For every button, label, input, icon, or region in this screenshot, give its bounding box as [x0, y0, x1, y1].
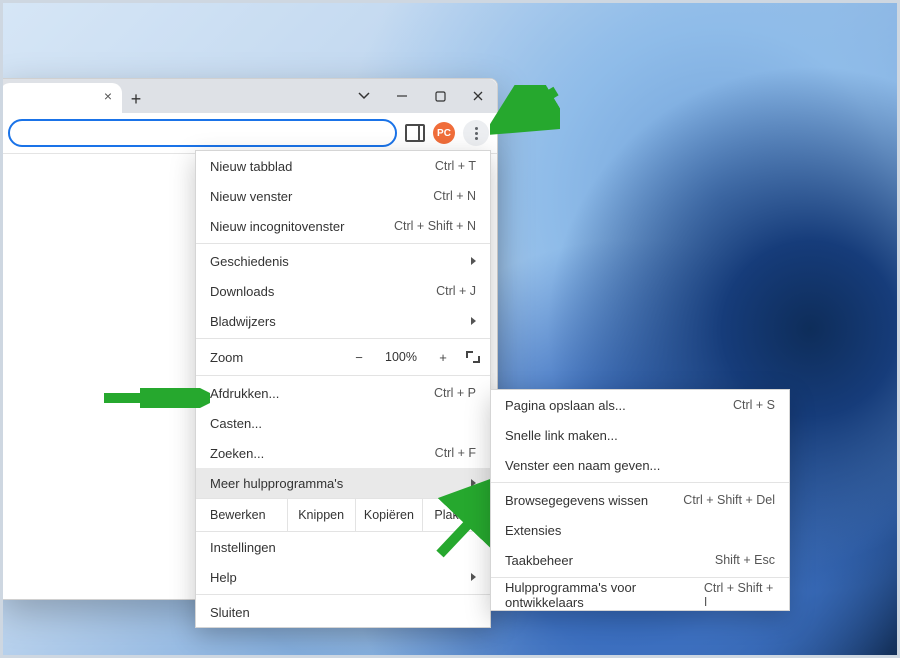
submenu-save-page[interactable]: Pagina opslaan als... Ctrl + S: [491, 390, 789, 420]
label: Pagina opslaan als...: [505, 398, 626, 413]
menu-new-incognito[interactable]: Nieuw incognitovenster Ctrl + Shift + N: [196, 211, 490, 241]
chrome-main-menu: Nieuw tabblad Ctrl + T Nieuw venster Ctr…: [195, 150, 491, 628]
shortcut: Ctrl + F: [435, 446, 476, 460]
submenu-extensions[interactable]: Extensies: [491, 515, 789, 545]
shortcut: Ctrl + N: [433, 189, 476, 203]
submenu-devtools[interactable]: Hulpprogramma's voor ontwikkelaars Ctrl …: [491, 580, 789, 610]
browser-tab[interactable]: ×: [0, 83, 122, 113]
label: Taakbeheer: [505, 553, 573, 568]
kebab-icon: [475, 127, 478, 140]
tab-search-button[interactable]: [345, 79, 383, 113]
menu-print[interactable]: Afdrukken... Ctrl + P: [196, 378, 490, 408]
menu-settings[interactable]: Instellingen: [196, 532, 490, 562]
label: Nieuw incognitovenster: [210, 219, 344, 234]
label: Venster een naam geven...: [505, 458, 660, 473]
separator: [196, 338, 490, 339]
submenu-task-manager[interactable]: Taakbeheer Shift + Esc: [491, 545, 789, 575]
shortcut: Ctrl + Shift + I: [704, 581, 775, 609]
label: Zoeken...: [210, 446, 264, 461]
label: Bladwijzers: [210, 314, 276, 329]
menu-cast[interactable]: Casten...: [196, 408, 490, 438]
maximize-button[interactable]: [421, 79, 459, 113]
label: Nieuw venster: [210, 189, 292, 204]
edit-copy-button[interactable]: Kopiëren: [356, 499, 424, 531]
separator: [491, 482, 789, 483]
menu-history[interactable]: Geschiedenis: [196, 246, 490, 276]
zoom-minus-button[interactable]: −: [342, 350, 376, 365]
close-window-button[interactable]: [459, 79, 497, 113]
shortcut: Ctrl + Shift + N: [394, 219, 476, 233]
submenu-create-shortcut[interactable]: Snelle link maken...: [491, 420, 789, 450]
zoom-percent: 100%: [376, 350, 426, 364]
separator: [491, 577, 789, 578]
label: Instellingen: [210, 540, 276, 555]
label: Bewerken: [196, 499, 288, 531]
label: Geschiedenis: [210, 254, 289, 269]
label: Zoom: [210, 350, 342, 365]
zoom-plus-button[interactable]: +: [426, 350, 460, 365]
main-menu-button[interactable]: [463, 120, 489, 146]
label: Snelle link maken...: [505, 428, 618, 443]
label: Sluiten: [210, 605, 250, 620]
label: Meer hulpprogramma's: [210, 476, 343, 491]
omnibox[interactable]: [8, 119, 397, 147]
menu-zoom: Zoom − 100% +: [196, 341, 490, 373]
shortcut: Ctrl + J: [436, 284, 476, 298]
menu-downloads[interactable]: Downloads Ctrl + J: [196, 276, 490, 306]
menu-help[interactable]: Help: [196, 562, 490, 592]
separator: [196, 375, 490, 376]
menu-find[interactable]: Zoeken... Ctrl + F: [196, 438, 490, 468]
toolbar: PC: [0, 113, 497, 154]
menu-new-window[interactable]: Nieuw venster Ctrl + N: [196, 181, 490, 211]
new-tab-button[interactable]: +: [122, 85, 150, 113]
tab-strip: × +: [0, 79, 497, 113]
label: Nieuw tabblad: [210, 159, 292, 174]
shortcut: Shift + Esc: [715, 553, 775, 567]
menu-more-tools[interactable]: Meer hulpprogramma's: [196, 468, 490, 498]
label: Help: [210, 570, 237, 585]
submenu-name-window[interactable]: Venster een naam geven...: [491, 450, 789, 480]
shortcut: Ctrl + P: [434, 386, 476, 400]
separator: [196, 594, 490, 595]
window-controls: [345, 79, 497, 113]
submenu-arrow-icon: [471, 479, 476, 487]
more-tools-submenu: Pagina opslaan als... Ctrl + S Snelle li…: [490, 389, 790, 611]
label: Extensies: [505, 523, 561, 538]
label: Afdrukken...: [210, 386, 279, 401]
separator: [196, 243, 490, 244]
edit-paste-button[interactable]: Plakken: [423, 499, 490, 531]
shortcut: Ctrl + T: [435, 159, 476, 173]
submenu-arrow-icon: [471, 317, 476, 325]
fullscreen-icon[interactable]: [466, 351, 480, 363]
menu-bookmarks[interactable]: Bladwijzers: [196, 306, 490, 336]
profile-avatar[interactable]: PC: [433, 122, 455, 144]
side-panel-icon[interactable]: [405, 124, 425, 142]
submenu-arrow-icon: [471, 257, 476, 265]
edit-cut-button[interactable]: Knippen: [288, 499, 356, 531]
submenu-clear-data[interactable]: Browsegegevens wissen Ctrl + Shift + Del: [491, 485, 789, 515]
label: Casten...: [210, 416, 262, 431]
tab-close-icon[interactable]: ×: [104, 89, 112, 103]
menu-close[interactable]: Sluiten: [196, 597, 490, 627]
minimize-button[interactable]: [383, 79, 421, 113]
menu-new-tab[interactable]: Nieuw tabblad Ctrl + T: [196, 151, 490, 181]
label: Hulpprogramma's voor ontwikkelaars: [505, 580, 704, 610]
shortcut: Ctrl + S: [733, 398, 775, 412]
label: Browsegegevens wissen: [505, 493, 648, 508]
menu-edit-row: Bewerken Knippen Kopiëren Plakken: [196, 498, 490, 532]
shortcut: Ctrl + Shift + Del: [683, 493, 775, 507]
submenu-arrow-icon: [471, 573, 476, 581]
label: Downloads: [210, 284, 274, 299]
